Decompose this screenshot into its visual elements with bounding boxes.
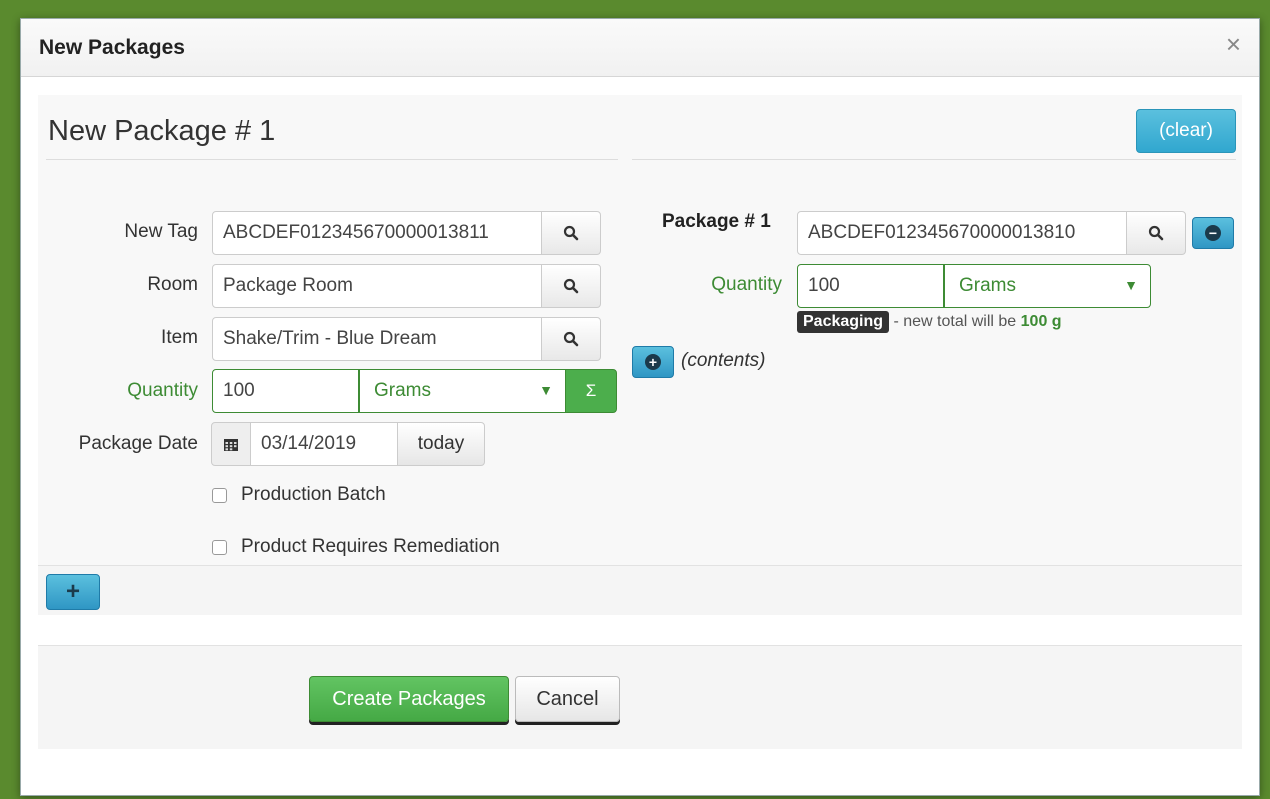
search-icon <box>563 225 579 241</box>
remediation-label: Product Requires Remediation <box>241 536 500 557</box>
new-tag-label: New Tag <box>124 221 198 242</box>
close-icon[interactable]: × <box>1226 31 1241 57</box>
calendar-glyph <box>224 438 238 451</box>
source-package-input[interactable]: ABCDEF012345670000013810 <box>797 211 1127 255</box>
calendar-icon[interactable] <box>211 422 251 466</box>
modal-footer: Create Packages Cancel <box>38 645 1242 749</box>
create-packages-button[interactable]: Create Packages <box>309 676 509 722</box>
package-panel: New Package # 1 (clear) New Tag ABCDEF01… <box>38 95 1242 615</box>
source-package-label: Package # 1 <box>662 211 771 232</box>
room-search-button[interactable] <box>541 264 601 308</box>
sum-button[interactable]: Σ <box>565 369 617 413</box>
package-date-label: Package Date <box>78 433 198 454</box>
plus-circle-icon: + <box>645 354 661 370</box>
modal-title: New Packages <box>39 36 185 59</box>
contents-label: (contents) <box>681 350 766 371</box>
quantity-label: Quantity <box>127 380 198 401</box>
search-icon <box>563 278 579 294</box>
packaging-badge: Packaging <box>797 311 890 333</box>
remove-source-button[interactable]: − <box>1192 217 1234 249</box>
room-input[interactable]: Package Room <box>212 264 542 308</box>
divider-right <box>632 159 1236 160</box>
new-packages-modal: New Packages × New Package # 1 (clear) N… <box>20 18 1260 796</box>
room-label: Room <box>147 274 198 295</box>
clear-button[interactable]: (clear) <box>1136 109 1236 153</box>
source-package-search-button[interactable] <box>1126 211 1186 255</box>
new-tag-search-button[interactable] <box>541 211 601 255</box>
source-quantity-label: Quantity <box>711 274 782 295</box>
panel-footer: + <box>38 565 1242 615</box>
minus-circle-icon: − <box>1205 225 1221 241</box>
cancel-button[interactable]: Cancel <box>515 676 620 722</box>
new-tag-input[interactable]: ABCDEF012345670000013811 <box>212 211 542 255</box>
modal-header: New Packages × <box>21 19 1259 77</box>
total-note: Packaging - new total will be 100 g <box>797 311 1062 333</box>
search-icon <box>1148 225 1164 241</box>
package-title: New Package # 1 <box>48 115 276 147</box>
unit-select-value: Grams <box>374 380 431 401</box>
total-note-text: - new total will be <box>889 313 1021 330</box>
production-batch-label: Production Batch <box>241 484 386 505</box>
item-search-button[interactable] <box>541 317 601 361</box>
divider-left <box>46 159 618 160</box>
total-note-value: 100 g <box>1020 313 1062 330</box>
add-package-button[interactable]: + <box>46 574 100 610</box>
source-quantity-input[interactable]: 100 <box>797 264 944 308</box>
unit-select[interactable]: Grams ▼ <box>359 369 566 413</box>
today-button[interactable]: today <box>397 422 485 466</box>
search-icon <box>563 331 579 347</box>
dropdown-arrow-icon: ▼ <box>1124 277 1138 293</box>
remediation-checkbox[interactable] <box>212 540 227 555</box>
dropdown-arrow-icon: ▼ <box>539 382 553 398</box>
package-date-input[interactable]: 03/14/2019 <box>250 422 398 466</box>
quantity-input[interactable]: 100 <box>212 369 359 413</box>
add-contents-button[interactable]: + <box>632 346 674 378</box>
item-input[interactable]: Shake/Trim - Blue Dream <box>212 317 542 361</box>
source-unit-select-value: Grams <box>959 275 1016 296</box>
source-unit-select[interactable]: Grams ▼ <box>944 264 1151 308</box>
item-label: Item <box>161 327 198 348</box>
production-batch-checkbox[interactable] <box>212 488 227 503</box>
